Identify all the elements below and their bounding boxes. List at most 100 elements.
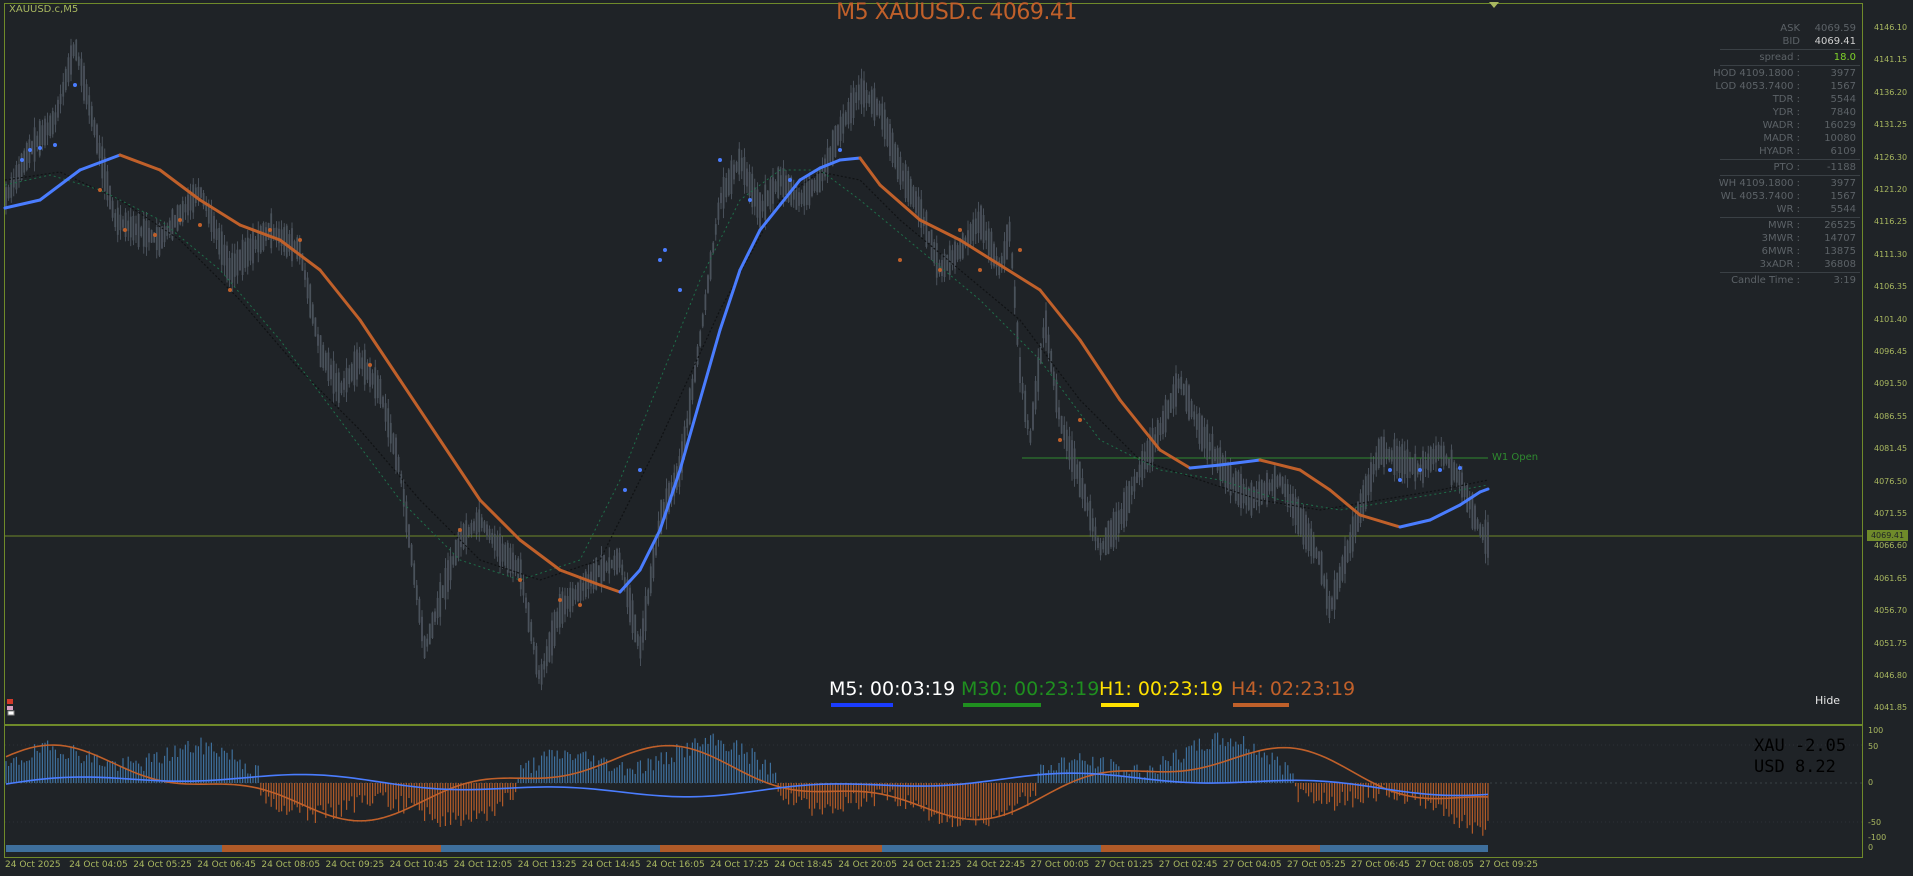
candle-body — [915, 191, 917, 213]
candle-body — [1398, 446, 1401, 473]
candle-body — [1032, 402, 1034, 430]
candle-body — [1141, 451, 1144, 481]
candle-body — [649, 566, 652, 594]
info-key: WH 4109.1800 : — [1718, 178, 1800, 189]
info-row: 3MWR : 14707 — [1720, 232, 1860, 245]
trend-strip-cell — [426, 845, 429, 852]
hide-button[interactable]: Hide — [1815, 694, 1840, 707]
trend-strip-cell — [177, 845, 180, 852]
candle-body — [618, 552, 621, 568]
candle-body — [1331, 597, 1333, 610]
candle-body — [1466, 483, 1469, 513]
info-row: 3xADR : 36808 — [1720, 258, 1860, 271]
candle-body — [5, 187, 7, 209]
candle-body — [1307, 523, 1310, 552]
candle-body — [985, 230, 988, 241]
candle-body — [746, 168, 748, 187]
trend-strip-cell — [966, 845, 969, 852]
trend-strip-cell — [564, 845, 567, 852]
trend-strip-cell — [882, 845, 885, 852]
ma-segment-falling — [1158, 448, 1192, 470]
candle-body — [1312, 536, 1315, 559]
candle-body — [974, 218, 977, 235]
candle-body — [725, 177, 728, 198]
candle-body — [1125, 486, 1128, 521]
candle-body — [439, 581, 442, 617]
ma-segment-falling — [858, 156, 882, 187]
candle-body — [1442, 445, 1445, 466]
chart-objects-icon[interactable] — [6, 698, 16, 716]
candle-body — [356, 349, 358, 380]
candle-body — [376, 375, 379, 399]
trend-strip-cell — [927, 845, 930, 852]
info-value: 1567 — [1830, 81, 1856, 92]
trend-strip-cell — [549, 845, 552, 852]
candle-body — [374, 367, 377, 399]
trend-strip-cell — [717, 845, 720, 852]
trend-strip-cell — [1392, 845, 1395, 852]
trend-strip-cell — [702, 845, 705, 852]
candle-body — [1315, 547, 1318, 558]
trend-strip-cell — [978, 845, 981, 852]
candle-body — [886, 118, 889, 146]
trend-strip-cell — [189, 845, 192, 852]
trend-strip-cell — [684, 845, 687, 852]
candle-body — [759, 192, 761, 228]
candle-body — [7, 187, 10, 199]
trend-strip-cell — [1329, 845, 1332, 852]
candle-body — [1117, 510, 1120, 534]
trend-strip-cell — [813, 845, 816, 852]
candle-body — [1162, 410, 1164, 435]
trend-strip-cell — [237, 845, 240, 852]
candle-body — [343, 378, 345, 390]
trend-strip-cell — [924, 845, 927, 852]
trend-strip-cell — [144, 845, 147, 852]
trend-strip-cell — [459, 845, 462, 852]
candle-body — [215, 228, 218, 240]
candle-body — [714, 224, 717, 235]
candle-body — [553, 611, 556, 646]
trend-strip-cell — [1047, 845, 1050, 852]
time-axis-label: 24 Oct 17:25 — [710, 860, 769, 870]
candle-body — [98, 142, 101, 159]
info-value: 7840 — [1830, 107, 1856, 118]
candle-body — [909, 178, 912, 205]
sell-signal-dot — [558, 598, 562, 602]
info-row: MADR : 10080 — [1720, 132, 1860, 145]
candle-body — [1364, 476, 1367, 510]
candle-body — [727, 169, 730, 196]
sell-signal-dot — [578, 603, 582, 607]
candle-body — [397, 456, 400, 472]
trend-strip-cell — [714, 845, 717, 852]
candle-body — [70, 45, 72, 75]
timer-label: H1: 00:23:19 — [1099, 678, 1224, 700]
trend-strip-cell — [63, 845, 66, 852]
info-value: 3:19 — [1833, 275, 1856, 286]
candle-body — [969, 223, 972, 245]
candle-body — [1123, 492, 1125, 528]
candle-body — [961, 233, 964, 259]
trend-strip-cell — [1275, 845, 1278, 852]
candle-body — [1325, 579, 1328, 609]
candle-body — [753, 187, 756, 207]
trend-strip-cell — [102, 845, 105, 852]
trend-strip-cell — [72, 845, 75, 852]
trend-strip-cell — [330, 845, 333, 852]
trend-strip-cell — [1227, 845, 1230, 852]
trend-strip-cell — [345, 845, 348, 852]
trend-strip-cell — [303, 845, 306, 852]
candle-body — [818, 167, 821, 193]
trend-strip-cell — [1314, 845, 1317, 852]
candle-body — [1250, 482, 1253, 516]
candle-body — [1341, 556, 1344, 581]
trend-strip-cell — [687, 845, 690, 852]
candle-body — [592, 563, 595, 590]
trend-strip-cell — [954, 845, 957, 852]
indicator-axis-label: 50 — [1868, 742, 1879, 751]
trend-strip-cell — [1428, 845, 1431, 852]
trend-strip-cell — [306, 845, 309, 852]
ma-segment-rising — [718, 268, 742, 332]
candle-body — [608, 557, 611, 574]
info-row: BID 4069.41 — [1720, 35, 1860, 48]
candle-body — [951, 250, 954, 265]
